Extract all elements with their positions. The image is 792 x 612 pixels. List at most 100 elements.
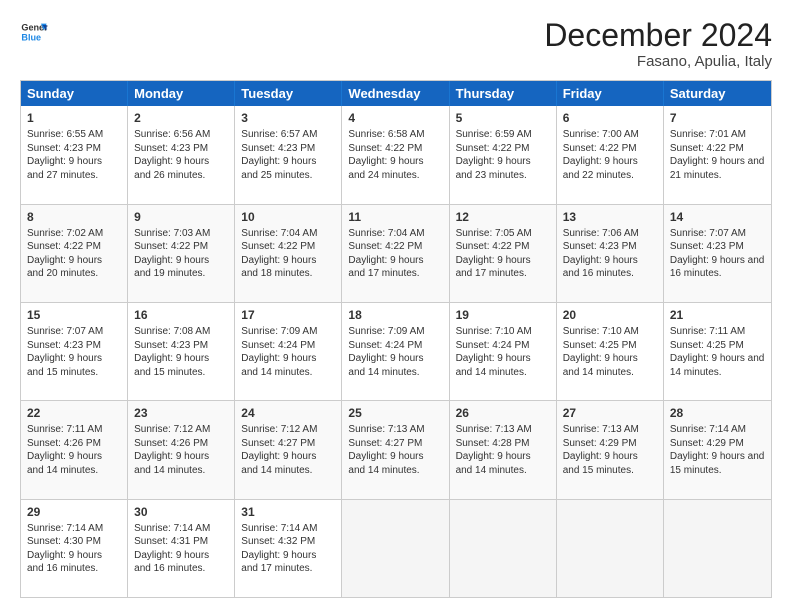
day-number: 15 (27, 307, 121, 323)
day-cell-13: 13Sunrise: 7:06 AMSunset: 4:23 PMDayligh… (557, 205, 664, 302)
calendar-row-2: 15 Sunrise: 7:07 AMSunset: 4:23 PMDayligh… (21, 302, 771, 400)
day-cell-3: 3 Sunrise: 6:57 AMSunset: 4:23 PMDaylight… (235, 106, 342, 203)
location: Fasano, Apulia, Italy (544, 53, 772, 70)
month-title: December 2024 (544, 18, 772, 53)
day-number: 30 (134, 504, 228, 520)
day-cell-5: 5 Sunrise: 6:59 AMSunset: 4:22 PMDaylight… (450, 106, 557, 203)
day-info: Sunrise: 7:04 AMSunset: 4:22 PMDaylight:… (241, 228, 317, 280)
day-cell-10: 10 Sunrise: 7:04 AMSunset: 4:22 PMDayligh… (235, 205, 342, 302)
day-info: Sunrise: 7:09 AMSunset: 4:24 PMDaylight:… (348, 326, 424, 378)
day-info: Sunrise: 6:57 AMSunset: 4:23 PMDaylight:… (241, 129, 317, 181)
day-number: 12 (456, 209, 550, 225)
header-day-tuesday: Tuesday (235, 81, 342, 106)
empty-cell (664, 500, 771, 597)
day-cell-1: 1 Sunrise: 6:55 AMSunset: 4:23 PMDaylight… (21, 106, 128, 203)
day-info: Sunrise: 7:09 AMSunset: 4:24 PMDaylight:… (241, 326, 317, 378)
day-info: Sunrise: 6:58 AMSunset: 4:22 PMDaylight:… (348, 129, 424, 181)
day-info: Sunrise: 6:59 AMSunset: 4:22 PMDaylight:… (456, 129, 532, 181)
calendar-row-4: 29 Sunrise: 7:14 AMSunset: 4:30 PMDayligh… (21, 499, 771, 597)
day-info: Sunrise: 7:12 AMSunset: 4:26 PMDaylight:… (134, 424, 210, 476)
day-cell-14: 14Sunrise: 7:07 AMSunset: 4:23 PMDayligh… (664, 205, 771, 302)
header-day-saturday: Saturday (664, 81, 771, 106)
day-number: 4 (348, 110, 442, 126)
day-number: 11 (348, 209, 442, 225)
day-cell-23: 23Sunrise: 7:12 AMSunset: 4:26 PMDayligh… (128, 401, 235, 498)
day-info: Sunrise: 6:56 AMSunset: 4:23 PMDaylight:… (134, 129, 210, 181)
day-info: Sunrise: 7:02 AMSunset: 4:22 PMDaylight:… (27, 228, 103, 280)
day-info: Sunrise: 7:14 AMSunset: 4:31 PMDaylight:… (134, 523, 210, 575)
header-day-monday: Monday (128, 81, 235, 106)
day-cell-27: 27Sunrise: 7:13 AMSunset: 4:29 PMDayligh… (557, 401, 664, 498)
day-number: 24 (241, 405, 335, 421)
day-number: 5 (456, 110, 550, 126)
day-number: 20 (563, 307, 657, 323)
day-number: 31 (241, 504, 335, 520)
calendar-row-1: 8 Sunrise: 7:02 AMSunset: 4:22 PMDaylight… (21, 204, 771, 302)
day-number: 1 (27, 110, 121, 126)
day-number: 25 (348, 405, 442, 421)
day-cell-22: 22 Sunrise: 7:11 AMSunset: 4:26 PMDayligh… (21, 401, 128, 498)
day-number: 6 (563, 110, 657, 126)
day-number: 29 (27, 504, 121, 520)
day-number: 16 (134, 307, 228, 323)
calendar-body: 1 Sunrise: 6:55 AMSunset: 4:23 PMDaylight… (21, 106, 771, 597)
day-cell-12: 12Sunrise: 7:05 AMSunset: 4:22 PMDayligh… (450, 205, 557, 302)
day-cell-30: 30 Sunrise: 7:14 AMSunset: 4:31 PMDayligh… (128, 500, 235, 597)
day-number: 18 (348, 307, 442, 323)
day-cell-18: 18 Sunrise: 7:09 AMSunset: 4:24 PMDayligh… (342, 303, 449, 400)
day-cell-15: 15 Sunrise: 7:07 AMSunset: 4:23 PMDayligh… (21, 303, 128, 400)
day-number: 3 (241, 110, 335, 126)
day-cell-7: 7 Sunrise: 7:01 AMSunset: 4:22 PMDaylight… (664, 106, 771, 203)
day-cell-24: 24Sunrise: 7:12 AMSunset: 4:27 PMDayligh… (235, 401, 342, 498)
day-info: Sunrise: 7:14 AMSunset: 4:29 PMDaylight:… (670, 424, 765, 476)
day-cell-8: 8 Sunrise: 7:02 AMSunset: 4:22 PMDaylight… (21, 205, 128, 302)
day-info: Sunrise: 7:04 AMSunset: 4:22 PMDaylight:… (348, 228, 424, 280)
day-info: Sunrise: 7:00 AMSunset: 4:22 PMDaylight:… (563, 129, 639, 181)
day-cell-9: 9 Sunrise: 7:03 AMSunset: 4:22 PMDaylight… (128, 205, 235, 302)
day-number: 9 (134, 209, 228, 225)
day-info: Sunrise: 7:11 AMSunset: 4:26 PMDaylight:… (27, 424, 102, 476)
day-info: Sunrise: 6:55 AMSunset: 4:23 PMDaylight:… (27, 129, 103, 181)
day-number: 19 (456, 307, 550, 323)
calendar: SundayMondayTuesdayWednesdayThursdayFrid… (20, 80, 772, 598)
day-info: Sunrise: 7:13 AMSunset: 4:28 PMDaylight:… (456, 424, 532, 476)
day-cell-16: 16Sunrise: 7:08 AMSunset: 4:23 PMDayligh… (128, 303, 235, 400)
day-cell-11: 11 Sunrise: 7:04 AMSunset: 4:22 PMDayligh… (342, 205, 449, 302)
header-day-wednesday: Wednesday (342, 81, 449, 106)
empty-cell (342, 500, 449, 597)
empty-cell (557, 500, 664, 597)
day-number: 7 (670, 110, 765, 126)
day-info: Sunrise: 7:10 AMSunset: 4:25 PMDaylight:… (563, 326, 639, 378)
header-day-thursday: Thursday (450, 81, 557, 106)
day-info: Sunrise: 7:13 AMSunset: 4:27 PMDaylight:… (348, 424, 424, 476)
day-number: 28 (670, 405, 765, 421)
day-number: 21 (670, 307, 765, 323)
day-number: 14 (670, 209, 765, 225)
calendar-row-3: 22 Sunrise: 7:11 AMSunset: 4:26 PMDayligh… (21, 400, 771, 498)
empty-cell (450, 500, 557, 597)
day-cell-31: 31 Sunrise: 7:14 AMSunset: 4:32 PMDayligh… (235, 500, 342, 597)
day-cell-19: 19 Sunrise: 7:10 AMSunset: 4:24 PMDayligh… (450, 303, 557, 400)
logo: General Blue (20, 18, 48, 46)
day-number: 22 (27, 405, 121, 421)
day-number: 13 (563, 209, 657, 225)
day-cell-25: 25 Sunrise: 7:13 AMSunset: 4:27 PMDayligh… (342, 401, 449, 498)
svg-text:Blue: Blue (21, 32, 41, 42)
day-info: Sunrise: 7:03 AMSunset: 4:22 PMDaylight:… (134, 228, 210, 280)
day-cell-26: 26Sunrise: 7:13 AMSunset: 4:28 PMDayligh… (450, 401, 557, 498)
day-number: 8 (27, 209, 121, 225)
day-info: Sunrise: 7:10 AMSunset: 4:24 PMDaylight:… (456, 326, 532, 378)
day-info: Sunrise: 7:14 AMSunset: 4:32 PMDaylight:… (241, 523, 317, 575)
day-number: 2 (134, 110, 228, 126)
day-number: 10 (241, 209, 335, 225)
day-cell-17: 17 Sunrise: 7:09 AMSunset: 4:24 PMDayligh… (235, 303, 342, 400)
day-info: Sunrise: 7:14 AMSunset: 4:30 PMDaylight:… (27, 523, 103, 575)
day-info: Sunrise: 7:07 AMSunset: 4:23 PMDaylight:… (27, 326, 103, 378)
day-cell-6: 6 Sunrise: 7:00 AMSunset: 4:22 PMDaylight… (557, 106, 664, 203)
calendar-row-0: 1 Sunrise: 6:55 AMSunset: 4:23 PMDaylight… (21, 106, 771, 203)
day-number: 17 (241, 307, 335, 323)
header-day-sunday: Sunday (21, 81, 128, 106)
page: General Blue December 2024 Fasano, Apuli… (0, 0, 792, 612)
day-info: Sunrise: 7:01 AMSunset: 4:22 PMDaylight:… (670, 129, 765, 181)
day-cell-29: 29 Sunrise: 7:14 AMSunset: 4:30 PMDayligh… (21, 500, 128, 597)
